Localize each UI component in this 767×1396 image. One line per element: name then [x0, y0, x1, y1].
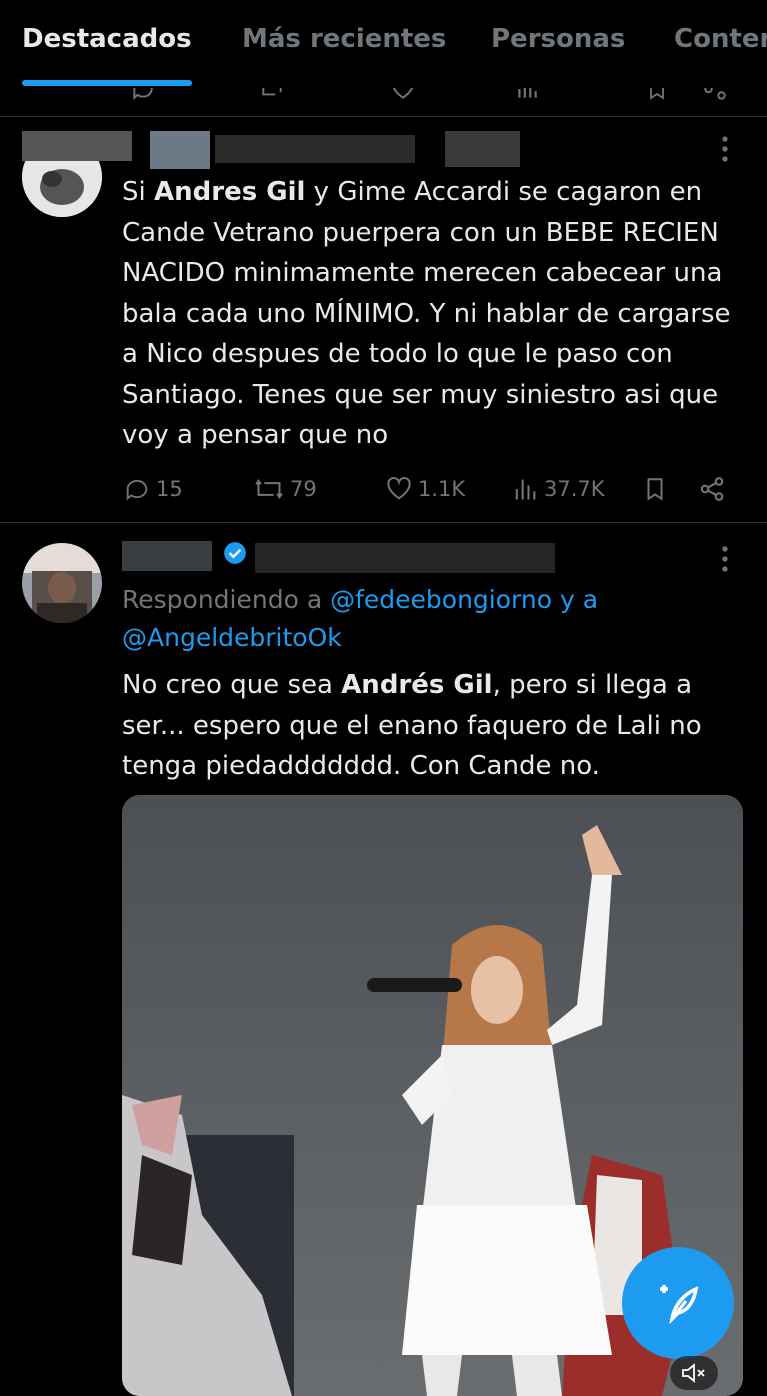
author-name-blurred[interactable] [22, 131, 132, 161]
reply-handle-link[interactable]: @fedeebongiorno [330, 585, 552, 614]
mute-icon [682, 1363, 705, 1383]
reply-joiner: y a [559, 585, 599, 614]
more-icon[interactable] [718, 545, 732, 573]
repost-icon [255, 479, 283, 499]
tweet-text: No creo que sea Andrés Gil, pero si lleg… [122, 665, 744, 787]
like-icon[interactable] [388, 88, 418, 102]
more-icon[interactable] [718, 135, 732, 163]
verified-icon [224, 542, 246, 564]
tab-destacados[interactable]: Destacados [22, 24, 192, 54]
compose-button[interactable] [622, 1247, 734, 1359]
tweet-text-part: No creo que sea [122, 670, 342, 700]
views-icon [515, 479, 536, 500]
tweet-text-bold: Andrés Gil [341, 670, 493, 700]
bookmark-icon[interactable] [645, 88, 669, 102]
mute-button[interactable] [670, 1356, 718, 1390]
tab-contenido[interactable]: Conter [674, 24, 767, 54]
like-icon [387, 477, 411, 500]
reply-button[interactable]: 15 [122, 469, 183, 509]
tweet-time-blurred [445, 131, 520, 167]
reply-handle-link[interactable]: @AngeldebritoOk [122, 623, 342, 652]
tweet-actions: 15 79 1.1K 37.7K [122, 469, 742, 509]
repost-button[interactable]: 79 [252, 469, 317, 509]
tab-bar: Destacados Más recientes Personas Conter [0, 0, 767, 88]
author-name-blurred [150, 131, 210, 169]
compose-icon [660, 1285, 699, 1325]
author-handle-blurred [215, 135, 415, 163]
share-button[interactable] [698, 469, 730, 509]
views-button[interactable]: 37.7K [510, 469, 605, 509]
bookmark-icon [647, 478, 663, 501]
replying-to: Respondiendo a @fedeebongiorno y a @Ange… [122, 581, 742, 657]
author-name-blurred[interactable] [122, 541, 212, 571]
avatar-image [22, 543, 102, 623]
reply-icon [126, 479, 148, 501]
replying-to-label: Respondiendo a [122, 585, 323, 614]
reply-count: 15 [156, 477, 183, 501]
tab-personas[interactable]: Personas [491, 24, 625, 54]
repost-icon[interactable] [255, 88, 289, 102]
bookmark-button[interactable] [642, 469, 672, 509]
like-count: 1.1K [418, 477, 466, 501]
tweet-text: Si Andres Gil y Gime Accardi se cagaron … [122, 177, 731, 450]
views-icon[interactable] [512, 88, 542, 102]
repost-count: 79 [290, 477, 317, 501]
active-tab-indicator [22, 80, 192, 86]
reply-icon[interactable] [128, 88, 158, 102]
share-icon[interactable] [702, 88, 728, 102]
share-icon [700, 477, 724, 501]
views-count: 37.7K [544, 477, 605, 501]
author-handle-blurred [255, 543, 555, 573]
like-button[interactable]: 1.1K [384, 469, 465, 509]
previous-tweet-actions [0, 88, 767, 117]
tweet[interactable]: Si Andres Gil y Gime Accardi se cagaron … [0, 117, 767, 523]
tab-mas-recientes[interactable]: Más recientes [242, 24, 446, 54]
avatar[interactable] [22, 543, 102, 623]
